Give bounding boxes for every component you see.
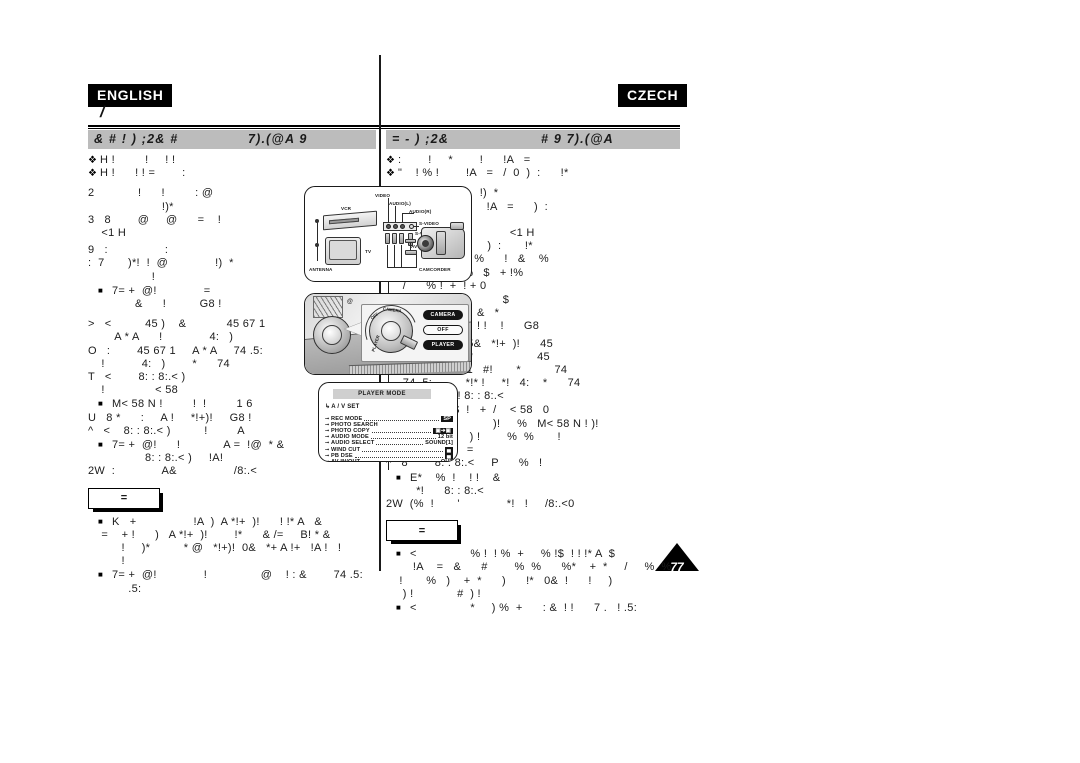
panel-connector-2 [388,375,390,382]
text-line: 2W : A& /8:.< [88,465,258,478]
right-header-sub: # 9 7).(@A [541,132,614,146]
notes-header-box: = [386,520,461,545]
player-mode-osd: PLAYER MODE ↳A / V SET ⊸ REC MODE SP ⊸ PHOTO… [318,382,458,462]
camcorder-label: CAMCORDER [419,267,451,272]
notes-section: = < % ! ! % + % !$ ! ! !* A $ !A = & # % … [386,520,680,615]
notes-line: ! )* * @ *!+)! 0& *+ A !+ !A ! ! [88,542,342,555]
notes-line: ! [88,555,125,568]
vcr-label: VCR [341,206,352,211]
antenna-node-bottom [315,243,319,247]
osd-item-dots [371,429,432,434]
leader-audio-r-h [402,213,414,214]
leader-svideo [413,226,419,227]
cable-audio-r [401,245,402,267]
notes-line: 7= + @! ! @ ! : & 74 .5: [88,568,376,582]
tv-label: TV [365,249,372,254]
return-icon: ↳ [325,404,331,410]
right-column-header: = - ) ;2& # 9 7).(@A [386,130,680,149]
text-line: *! 8: : 8:.< [386,484,484,497]
cable-video [387,245,388,267]
camcorder-lens-left-inner [322,325,342,345]
audio-l-jack [393,224,398,229]
plug-audio-r [399,233,404,244]
left-header-main: & # ! ) ;2& # [94,132,179,146]
s-video-jack-label: S-VIDEO [419,221,439,226]
antenna-node-top [315,219,319,223]
panel-connector-3 [388,462,390,470]
text-line: : ! * ! !A = [386,154,680,167]
camcorder-viewfinder [450,222,464,230]
notes-line: < % ! ! % + % !$ ! ! !* A $ [386,547,680,561]
notes-header-box: = [88,487,163,512]
language-badge-czech: CZECH [618,84,688,107]
cable-bundle [387,267,417,268]
mode-pill-off[interactable]: OFF [423,325,463,335]
mode-pill-player[interactable]: PLAYER [423,340,463,350]
notes-section: = K + !A ) A *!+ )! ! !* A & = + ! ) A *!… [88,487,376,596]
page-title: / [100,104,106,121]
mode-dial-diagram: @ PLAYER OFF CAMERA CAMERA OFF PLAYER [304,293,472,375]
camcorder-texture [313,296,343,318]
osd-submenu-label: ↳A / V SET [325,403,359,410]
osd-submenu-text: A / V SET [331,404,360,410]
text-line: H ! ! ! = : [88,167,376,180]
camcorder-grip [436,231,446,255]
leader-video [388,198,389,222]
av-connector [405,250,417,255]
notes-label: = [120,492,128,505]
title-rule [88,125,680,129]
left-header-sub: 7).(@A 9 [248,132,308,146]
osd-item-dots [354,454,443,458]
panel-connector-1 [388,282,390,293]
notes-line: ! % ) + * ) !* 0& ! ! ) [386,574,613,587]
mode-dial-center [381,321,401,341]
audio-l-label: AUDIO(L) [389,201,411,206]
text-line: " ! % ! !A = / 0 ) : !* [386,167,680,180]
plug-audio-l [392,233,397,244]
text-line: H ! ! ! ! [88,154,376,167]
left-column-header: & # ! ) ;2& # 7).(@A 9 [88,130,376,149]
osd-menu-list: ⊸ REC MODE SP ⊸ PHOTO SEARCH ⊸ PHOTO COPY ▣➔▣ ⊸ A… [325,416,453,462]
antenna-cable [317,221,319,261]
notes-line: K + !A ) A *!+ )! ! !* A & [88,515,376,529]
osd-title: PLAYER MODE [333,389,431,399]
leader-audio-r [402,213,403,222]
audio-r-jack [400,224,405,229]
connection-diagram: VCR TV ANTENNA VIDEO AUDIO(L) AUDIO(R) S… [304,186,472,282]
camcorder-lens-inner [422,240,429,247]
plug-video [385,233,390,244]
notes-line: .5: [88,582,142,595]
notes-line: = + ! ) A *!+ )! !* & /= B! * & [88,528,331,541]
antenna-label: ANTENNA [309,267,333,272]
video-jack [386,224,391,229]
notes-line: !A = & # % % %* + * / % % [386,561,672,574]
osd-item-dots [370,435,436,440]
osd-item-dots [376,441,424,446]
cable-to-av [416,253,417,268]
osd-item-dots [364,417,440,422]
text-line: 2W (% ! ' *! ! /8:.<0 [386,498,575,511]
osd-item-dots [362,448,443,452]
right-header-main: = - ) ;2& [392,132,449,146]
leader-audio-l [395,206,396,222]
at-marker: @ [347,299,353,305]
text-line: E* % ! ! ! & [386,471,680,485]
manual-page: ENGLISH CZECH / & # ! ) ;2& # 7).(@A 9 =… [0,0,1080,763]
osd-item-label: AV IN/OUT [331,458,361,462]
tv-screen [329,240,357,260]
osd-item-dots [362,460,439,461]
notes-label: = [418,524,426,537]
mode-pill-camera[interactable]: CAMERA [423,310,463,320]
notes-line: ) ! # ) ! [386,587,481,600]
notes-line: < * ) % + : & ! ! 7 . ! .5: [386,601,680,615]
cable-audio-l [394,245,395,267]
